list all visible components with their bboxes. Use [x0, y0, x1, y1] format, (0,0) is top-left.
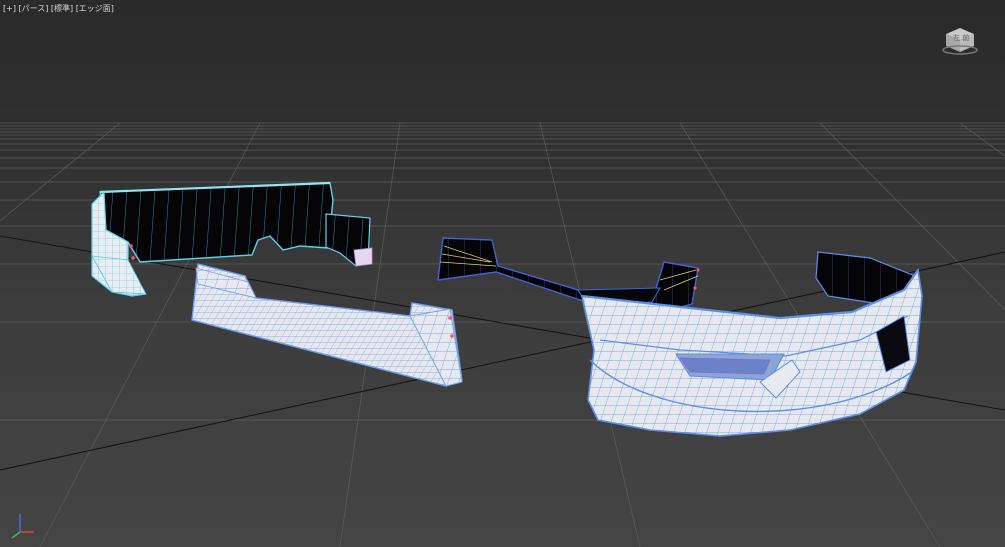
side-skirt[interactable] — [191, 263, 463, 387]
front-lip[interactable] — [437, 237, 700, 313]
front-bumper[interactable] — [580, 251, 923, 437]
viewcube-icon[interactable] — [940, 22, 980, 56]
scene-canvas[interactable] — [0, 0, 1005, 547]
axis-tripod-icon — [11, 514, 34, 539]
3d-viewport[interactable]: [+] [パース] [標準] [エッジ面] 左 前 — [0, 0, 1005, 547]
